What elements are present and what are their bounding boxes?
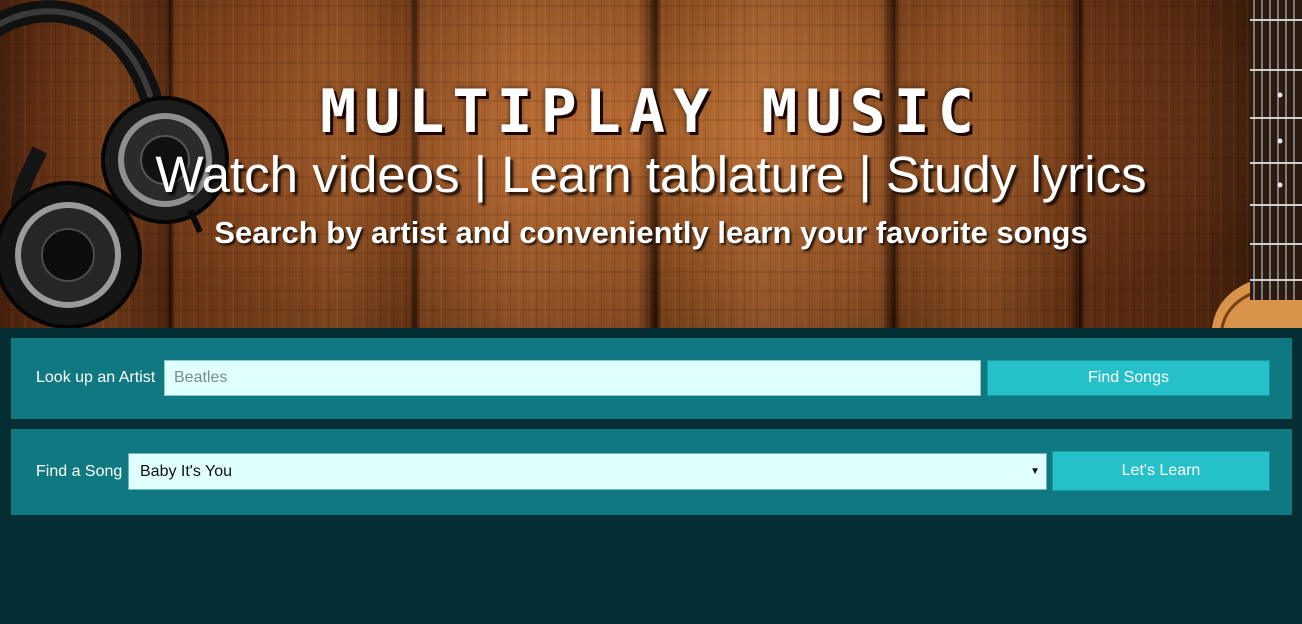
- chevron-down-icon[interactable]: ▼: [1030, 466, 1040, 477]
- hero-tagline: Watch videos | Learn tablature | Study l…: [155, 146, 1147, 203]
- artist-search-input[interactable]: [164, 360, 981, 396]
- site-logo: MULTIPLAY MUSIC: [320, 77, 982, 147]
- hero-subtagline: Search by artist and conveniently learn …: [214, 215, 1088, 250]
- find-songs-button[interactable]: Find Songs: [987, 360, 1270, 396]
- hero-banner: MULTIPLAY MUSIC Watch videos | Learn tab…: [0, 0, 1302, 328]
- artist-search-label: Look up an Artist: [36, 369, 156, 386]
- artist-search-panel: Look up an Artist Find Songs: [11, 338, 1292, 419]
- song-finder-panel: Find a Song Baby It's You ▼ Let's Learn: [11, 429, 1292, 515]
- lets-learn-button[interactable]: Let's Learn: [1052, 451, 1270, 491]
- song-select-dropdown[interactable]: Baby It's You ▼: [128, 453, 1047, 490]
- song-finder-label: Find a Song: [36, 463, 123, 480]
- song-select-value: Baby It's You: [140, 462, 233, 480]
